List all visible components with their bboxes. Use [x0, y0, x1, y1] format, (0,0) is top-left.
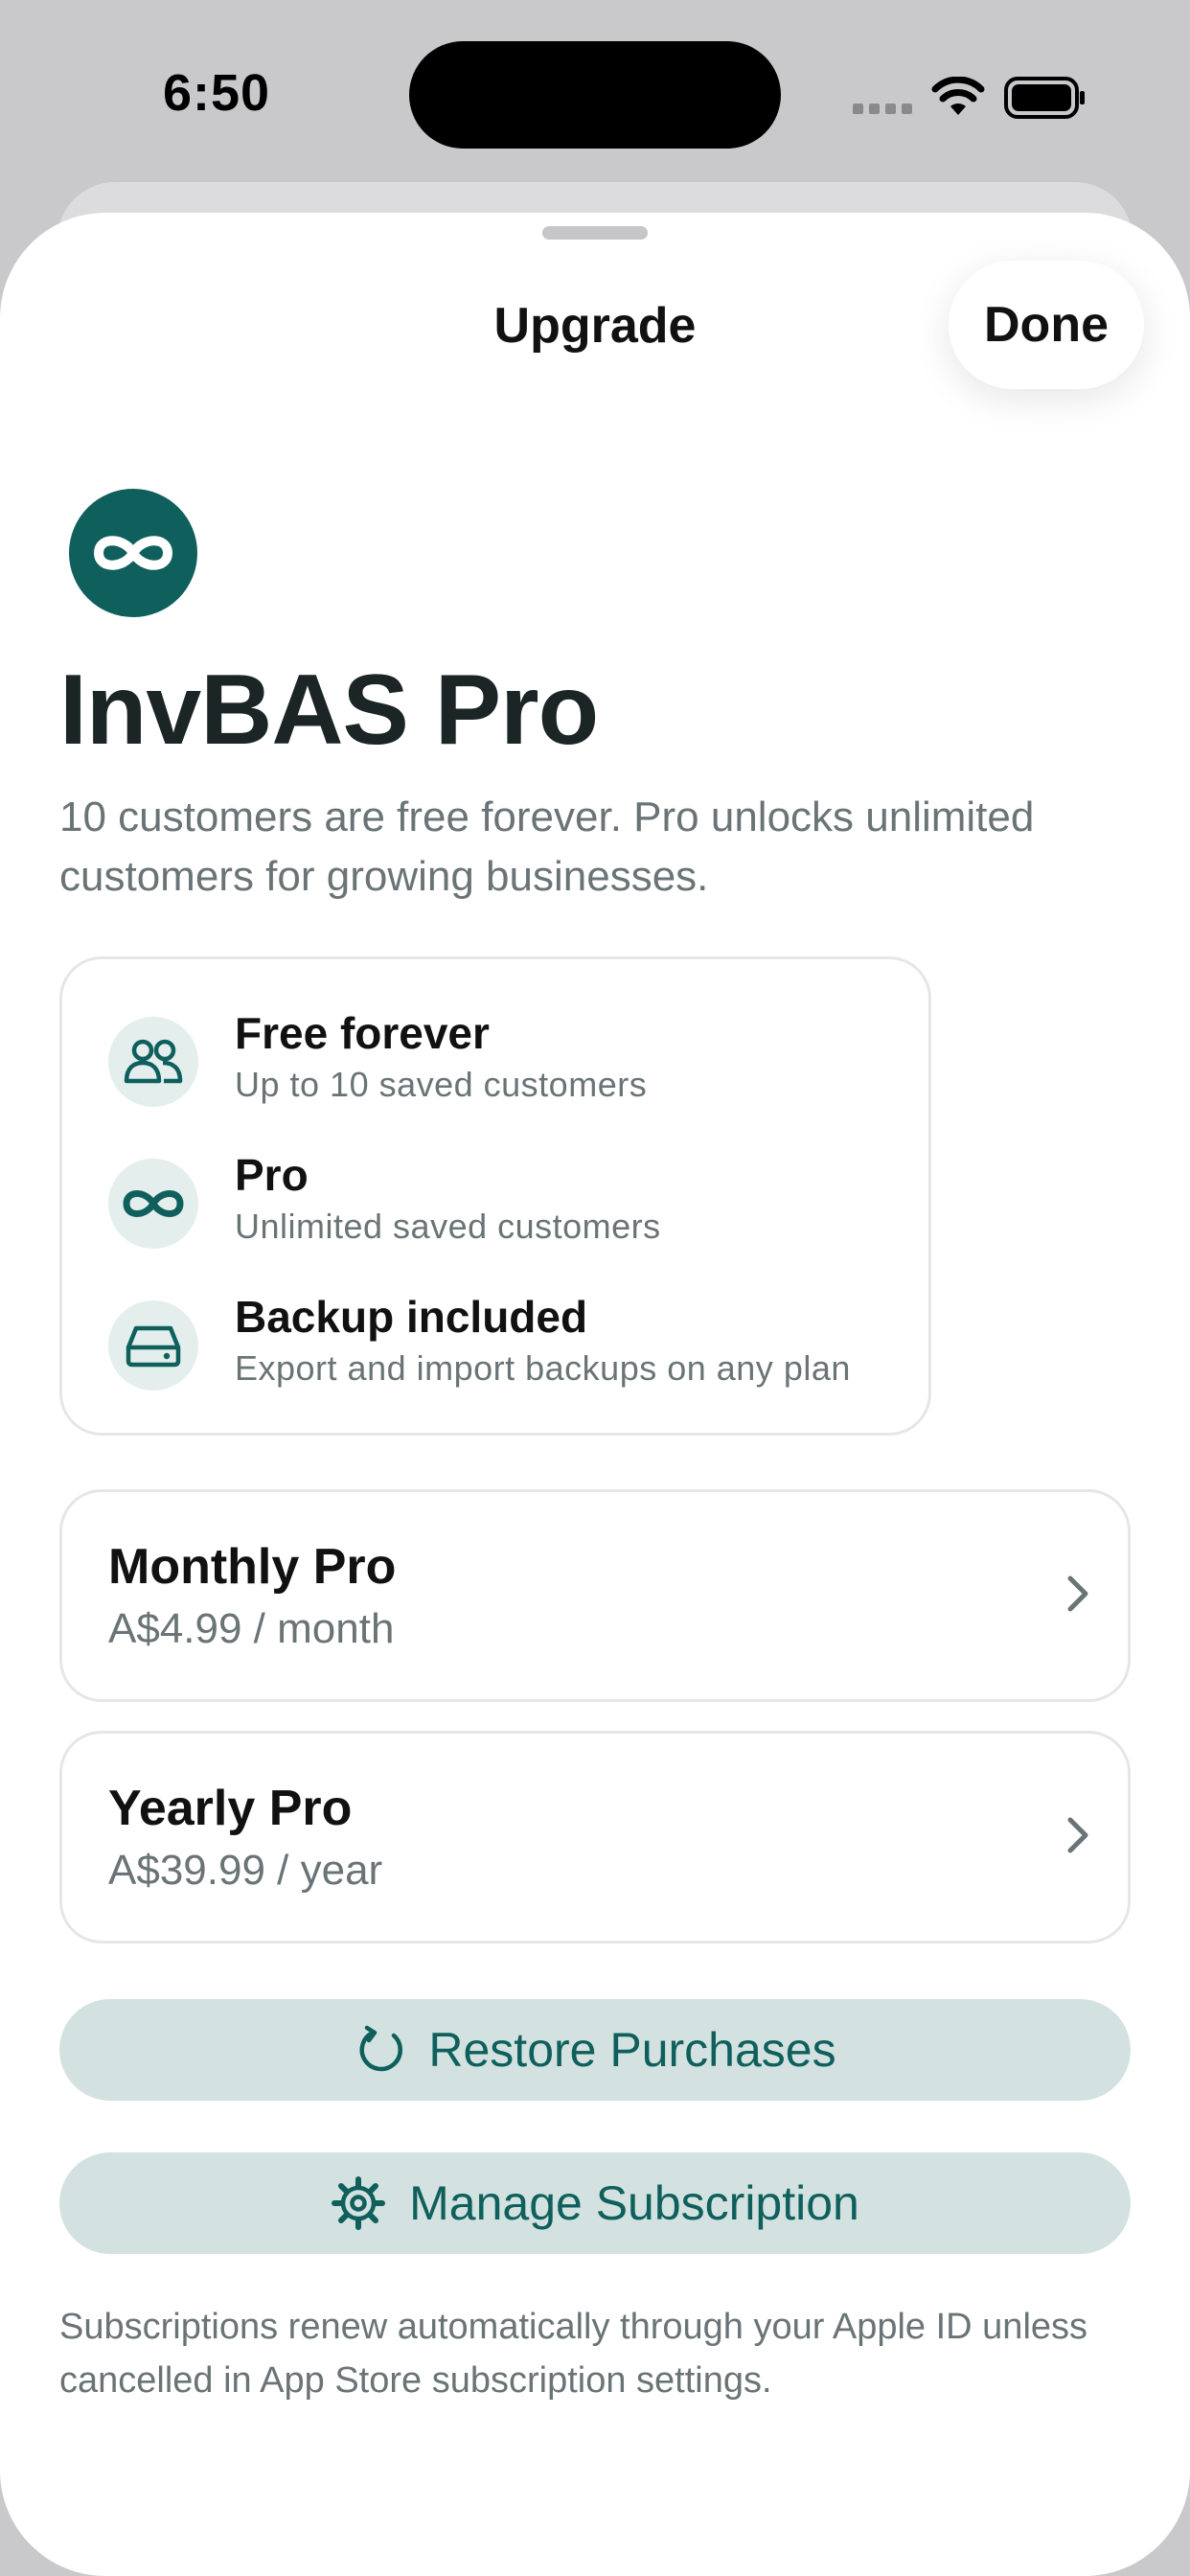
plan-name: Monthly Pro — [108, 1539, 397, 1595]
feature-pro: Pro Unlimited saved customers — [108, 1149, 913, 1264]
feature-title: Free forever — [235, 1008, 490, 1058]
product-subtitle: 10 customers are free forever. Pro unloc… — [59, 794, 1035, 900]
feature-title: Backup included — [235, 1292, 588, 1342]
feature-backup: Backup included Export and import backup… — [108, 1291, 913, 1406]
plan-price: A$39.99 / year — [108, 1847, 383, 1894]
infinity-icon — [69, 489, 197, 617]
product-title: InvBAS Pro — [59, 655, 599, 766]
status-time: 6:50 — [163, 64, 271, 122]
restore-purchases-label: Restore Purchases — [428, 2023, 836, 2077]
plan-price: A$4.99 / month — [108, 1605, 395, 1652]
plan-monthly-button[interactable]: Monthly Pro A$4.99 / month — [59, 1489, 1131, 1702]
restore-purchases-button[interactable]: Restore Purchases — [59, 1999, 1131, 2101]
gear-icon — [332, 2176, 386, 2230]
manage-subscription-label: Manage Subscription — [409, 2176, 859, 2230]
restore-icon — [359, 2025, 403, 2072]
manage-subscription-button[interactable]: Manage Subscription — [59, 2152, 1131, 2254]
chevron-right-icon — [1066, 1575, 1089, 1618]
feature-description: Up to 10 saved customers — [235, 1065, 648, 1104]
features-card: Free forever Up to 10 saved customers Pr… — [59, 956, 931, 1436]
sheet-grabber[interactable] — [542, 226, 648, 240]
feature-free-forever: Free forever Up to 10 saved customers — [108, 1007, 913, 1122]
status-bar: 6:50 — [0, 0, 1190, 182]
cellular-signal-icon — [853, 102, 918, 119]
feature-description: Unlimited saved customers — [235, 1207, 661, 1246]
feature-description: Export and import backups on any plan — [235, 1348, 851, 1388]
chevron-right-icon — [1066, 1816, 1089, 1859]
people-icon — [108, 1017, 198, 1107]
battery-icon — [1004, 77, 1087, 124]
wifi-icon — [931, 76, 985, 122]
plan-name: Yearly Pro — [108, 1781, 353, 1836]
plan-yearly-button[interactable]: Yearly Pro A$39.99 / year — [59, 1731, 1131, 1944]
subscription-footnote: Subscriptions renew automatically throug… — [59, 2307, 1088, 2401]
drive-icon — [108, 1300, 198, 1391]
feature-title: Pro — [235, 1150, 309, 1200]
upgrade-sheet: Upgrade Done InvBAS Pro 10 customers are… — [0, 213, 1190, 2576]
dynamic-island — [409, 41, 781, 149]
infinity-icon — [108, 1159, 198, 1249]
done-button[interactable]: Done — [949, 261, 1144, 389]
